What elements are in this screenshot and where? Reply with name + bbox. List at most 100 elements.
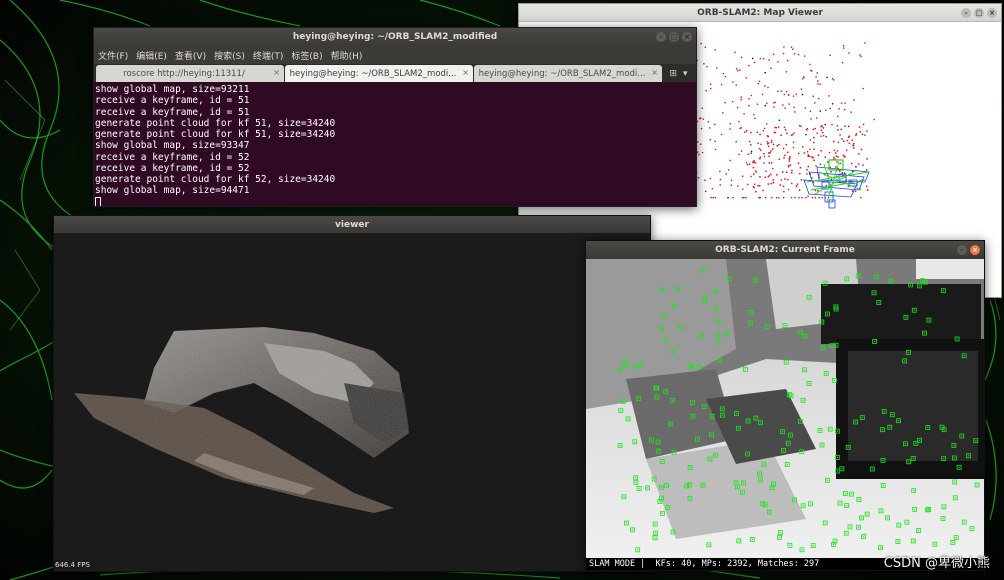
map-point — [802, 78, 804, 80]
maximize-button[interactable]: □ — [974, 7, 984, 18]
map-point — [765, 197, 767, 199]
orb-feature-center — [667, 507, 669, 509]
current-frame-titlebar[interactable]: ORB-SLAM2: Current Frame – × — [586, 241, 984, 259]
viewer-titlebar[interactable]: viewer — [54, 216, 650, 233]
current-frame-window[interactable]: ORB-SLAM2: Current Frame – × SLAM MODE |… — [585, 240, 985, 571]
orb-feature-center — [858, 499, 860, 501]
map-point — [791, 172, 793, 174]
fps-readout: 646.4 FPS — [55, 561, 90, 569]
map-point — [807, 195, 809, 197]
menu-search[interactable]: 搜索(S) — [214, 49, 245, 62]
orb-feature-center — [702, 484, 704, 486]
orb-feature-center — [898, 524, 900, 526]
map-point — [821, 197, 823, 199]
orb-feature-center — [956, 338, 958, 340]
map-point — [749, 140, 751, 143]
orb-feature-center — [749, 322, 752, 324]
orb-feature-center — [857, 526, 860, 528]
close-icon[interactable]: × — [462, 68, 469, 77]
terminal-output[interactable]: show global map, size=93211 receive a ke… — [94, 82, 696, 206]
close-button[interactable]: × — [970, 245, 980, 255]
map-point — [844, 156, 846, 158]
orb-feature-center — [854, 421, 857, 423]
map-point — [763, 127, 766, 130]
orb-feature-center — [802, 505, 804, 507]
map-point — [851, 162, 853, 165]
terminal-line: generate point cloud for kf 52, size=342… — [95, 174, 336, 185]
minimize-button[interactable]: – — [961, 7, 971, 18]
orb-feature-center — [963, 355, 965, 357]
tab-orbslam-2[interactable]: heying@heying: ~/ORB_SLAM2_modi... × — [474, 65, 662, 82]
map-point — [862, 123, 865, 126]
terminal-prompt[interactable] — [95, 196, 696, 206]
menu-edit[interactable]: 编辑(E) — [136, 49, 167, 62]
terminal-line: show global map, size=93347 — [95, 140, 250, 152]
close-button[interactable]: × — [987, 7, 997, 18]
terminal-titlebar[interactable]: heying@heying: ~/ORB_SLAM2_modified – □ … — [94, 28, 696, 46]
map-point — [828, 95, 830, 97]
menu-view[interactable]: 查看(V) — [175, 49, 206, 62]
tab-orbslam-active[interactable]: heying@heying: ~/ORB_SLAM2_modi... × — [285, 65, 473, 82]
pointcloud-viewer-window[interactable]: viewer 646.4 FPS — [53, 215, 651, 572]
terminal-tabbar: roscore http://heying:11311/ × heying@he… — [94, 64, 696, 82]
map-point — [785, 143, 788, 146]
orb-feature-center — [928, 508, 930, 510]
menu-help[interactable]: 帮助(H) — [331, 49, 363, 62]
terminal-window[interactable]: heying@heying: ~/ORB_SLAM2_modified – □ … — [93, 27, 697, 207]
orb-feature-center — [954, 481, 956, 483]
map-point — [701, 107, 703, 109]
map-point — [860, 197, 862, 199]
map-point — [784, 154, 786, 157]
map-point — [722, 112, 724, 114]
map-point — [833, 156, 835, 159]
orb-feature-center — [721, 414, 723, 416]
map-point — [743, 197, 745, 199]
map-point — [855, 133, 858, 135]
menu-terminal[interactable]: 终端(T) — [253, 49, 284, 62]
orb-feature-center — [708, 544, 710, 546]
orb-feature-center — [759, 479, 761, 481]
orb-feature-center — [786, 463, 788, 466]
maximize-button[interactable]: □ — [669, 32, 679, 42]
tab-roscore[interactable]: roscore http://heying:11311/ × — [96, 65, 284, 82]
map-point — [829, 166, 831, 168]
map-point — [835, 155, 838, 157]
map-point — [840, 128, 842, 131]
orb-feature-center — [754, 279, 757, 281]
minimize-button[interactable]: – — [957, 245, 967, 255]
orb-feature-center — [787, 442, 789, 444]
map-point — [759, 197, 761, 199]
close-icon[interactable]: × — [651, 68, 658, 77]
map-point — [861, 133, 864, 136]
map-point — [848, 52, 850, 54]
map-viewer-titlebar[interactable]: ORB-SLAM2: Map Viewer – □ × — [519, 4, 1001, 22]
orb-feature-center — [751, 538, 753, 540]
orb-feature-center — [812, 545, 814, 547]
map-point — [853, 99, 855, 101]
map-point — [841, 172, 843, 174]
map-point — [841, 62, 844, 64]
menu-tabs[interactable]: 标签(B) — [291, 49, 322, 62]
close-icon[interactable]: × — [273, 68, 280, 77]
map-point — [706, 66, 708, 68]
terminal-line: receive a keyframe, id = 52 — [95, 151, 250, 163]
chevron-down-icon[interactable]: ▾ — [683, 69, 688, 79]
close-button[interactable]: × — [682, 32, 692, 42]
minimize-button[interactable]: – — [656, 32, 666, 42]
map-point — [776, 145, 778, 147]
map-point — [788, 103, 790, 105]
orb-feature-center — [794, 499, 796, 501]
orb-feature-center — [846, 278, 848, 280]
orb-feature-center — [660, 486, 662, 488]
new-tab-icon[interactable]: ⊞ — [669, 69, 677, 79]
map-point — [740, 56, 743, 58]
map-point — [798, 189, 801, 191]
map-point — [825, 136, 827, 138]
pointcloud-canvas[interactable] — [54, 233, 650, 572]
orb-feature-center — [923, 332, 925, 334]
map-point — [784, 107, 786, 109]
menu-file[interactable]: 文件(F) — [98, 49, 128, 62]
orb-feature-center — [660, 497, 663, 499]
map-point — [753, 61, 756, 64]
map-point — [833, 140, 835, 143]
